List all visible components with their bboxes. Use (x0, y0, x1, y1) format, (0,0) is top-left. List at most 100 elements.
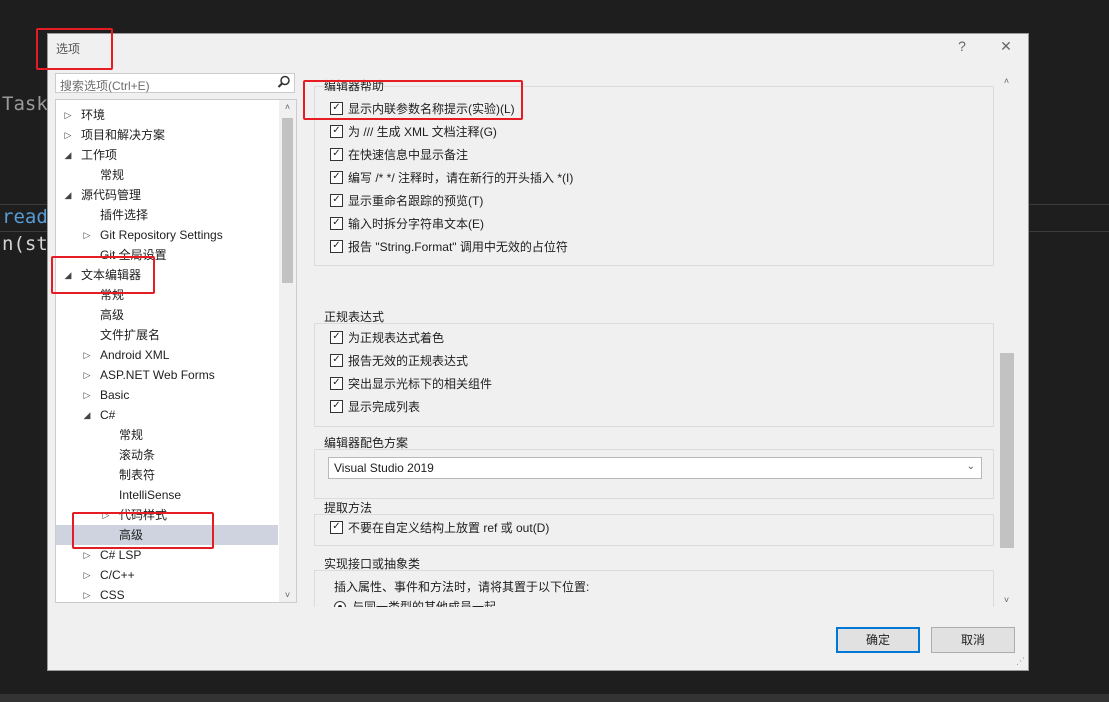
expand-arrow-icon[interactable]: ▷ (82, 585, 92, 602)
tree-item[interactable]: ▷ CSS (56, 585, 278, 602)
expand-arrow-icon[interactable]: ▷ (82, 545, 92, 565)
tree-item[interactable]: ◢ C# (56, 405, 278, 425)
tree-item[interactable]: ▷ ASP.NET Web Forms (56, 365, 278, 385)
expand-arrow-icon[interactable]: ▷ (82, 345, 92, 365)
cancel-button[interactable]: 取消 (931, 627, 1015, 653)
help-button[interactable]: ? (952, 38, 972, 54)
tree-scrollbar[interactable]: ˄ ˅ (279, 100, 296, 602)
collapse-arrow-icon[interactable]: ◢ (63, 145, 73, 165)
tree-item[interactable]: ▷ Git Repository Settings (56, 225, 278, 245)
collapse-arrow-icon[interactable]: ◢ (63, 185, 73, 205)
search-icon[interactable] (277, 75, 291, 92)
settings-panel: 编辑器帮助 ✓ 显示内联参数名称提示(实验)(L) ✓ 为 /// 生成 XML 文档… (304, 73, 1018, 607)
dialog-titlebar: 选项 ? ✕ (48, 34, 1028, 62)
tree-item-label: 文本编辑器 (81, 268, 142, 282)
collapse-arrow-icon[interactable]: ◢ (63, 265, 73, 285)
expand-arrow-icon[interactable]: ▷ (82, 565, 92, 585)
checkbox-icon[interactable]: ✓ (330, 354, 343, 367)
expand-arrow-icon[interactable]: ▷ (82, 365, 92, 385)
checkbox-label: 输入时拆分字符串文本(E) (348, 217, 484, 231)
tree-item-label: CSS (100, 588, 125, 602)
checkbox-label: 报告无效的正规表达式 (348, 354, 469, 368)
checkbox-icon[interactable]: ✓ (330, 171, 343, 184)
tree-item[interactable]: ▷ Basic (56, 385, 278, 405)
tree-item[interactable]: ▷ C# LSP (56, 545, 278, 565)
tree-scroll-thumb[interactable] (282, 118, 293, 283)
close-button[interactable]: ✕ (996, 38, 1016, 55)
checkbox-icon[interactable]: ✓ (330, 331, 343, 344)
search-input[interactable]: 搜索选项(Ctrl+E) (55, 73, 295, 93)
tree-item-label: Git 全局设置 (100, 248, 167, 262)
expand-arrow-icon[interactable]: ▷ (82, 225, 92, 245)
tree-item[interactable]: 制表符 (56, 465, 278, 485)
tree-item[interactable]: 常规 (56, 165, 278, 185)
implement-prompt: 插入属性、事件和方法时，请将其置于以下位置: (334, 580, 590, 594)
checkbox-icon[interactable]: ✓ (330, 194, 343, 207)
scroll-down-icon[interactable]: ˅ (998, 595, 1015, 605)
checkbox-label: 显示内联参数名称提示(实验)(L) (348, 102, 515, 116)
code-text: n(st (2, 233, 48, 255)
tree-item-label: 常规 (100, 168, 125, 182)
tree-item[interactable]: IntelliSense (56, 485, 278, 505)
chevron-down-icon: ⌄ (966, 461, 975, 472)
tree-item[interactable]: ◢ 文本编辑器 (56, 265, 278, 285)
checkbox-label: 为 /// 生成 XML 文档注释(G) (348, 125, 497, 139)
expand-arrow-icon[interactable]: ▷ (63, 125, 73, 145)
scroll-up-icon[interactable]: ˄ (279, 102, 296, 112)
tree-item-label: ASP.NET Web Forms (100, 368, 215, 382)
tree-item-label: 高级 (100, 308, 125, 322)
color-scheme-value: Visual Studio 2019 (334, 461, 434, 475)
tree-item-label: Basic (100, 388, 130, 402)
scroll-up-icon[interactable]: ˄ (998, 76, 1015, 86)
tree-item-label: 高级 (119, 528, 144, 542)
checkbox-icon[interactable]: ✓ (330, 217, 343, 230)
checkbox-icon[interactable]: ✓ (330, 125, 343, 138)
tree-item-label: 制表符 (119, 468, 156, 482)
expand-arrow-icon[interactable]: ▷ (63, 105, 73, 125)
checkbox-icon[interactable]: ✓ (330, 521, 343, 534)
tree-item-label: C/C++ (100, 568, 135, 582)
panel-scroll-thumb[interactable] (1000, 353, 1014, 548)
tree-item[interactable]: ◢ 源代码管理 (56, 185, 278, 205)
checkbox-icon[interactable]: ✓ (330, 240, 343, 253)
tree-item[interactable]: ▷ C/C++ (56, 565, 278, 585)
checkbox-label: 显示完成列表 (348, 400, 421, 414)
tree-item[interactable]: 滚动条 (56, 445, 278, 465)
tree-item-label: 常规 (119, 428, 144, 442)
tree-item[interactable]: 常规 (56, 285, 278, 305)
ok-button[interactable]: 确定 (836, 627, 920, 653)
expand-arrow-icon[interactable]: ▷ (101, 505, 111, 525)
tree-item-label: C# LSP (100, 548, 142, 562)
tree-item[interactable]: ▷ 环境 (56, 105, 278, 125)
tree-item[interactable]: Git 全局设置 (56, 245, 278, 265)
checkbox-icon[interactable]: ✓ (330, 102, 343, 115)
tree-item[interactable]: 插件选择 (56, 205, 278, 225)
tree-item-label: 滚动条 (119, 448, 156, 462)
tree-item[interactable]: 文件扩展名 (56, 325, 278, 345)
tree-item-label: 环境 (81, 108, 106, 122)
panel-scrollbar[interactable]: ˄ ˅ (998, 73, 1015, 607)
tree-item[interactable]: ▷ 项目和解决方案 (56, 125, 278, 145)
resize-grip-icon[interactable]: ⋰ (1016, 656, 1025, 667)
tree-item[interactable]: ▷ Android XML (56, 345, 278, 365)
radio-icon[interactable] (334, 601, 346, 607)
tree-item[interactable]: 高级 (56, 305, 278, 325)
tree-item[interactable]: 常规 (56, 425, 278, 445)
tree-item-label: 文件扩展名 (100, 328, 161, 342)
checkbox-icon[interactable]: ✓ (330, 148, 343, 161)
section-title: 编辑器帮助 (324, 77, 385, 94)
color-scheme-select[interactable]: Visual Studio 2019 ⌄ (328, 457, 982, 479)
checkbox-icon[interactable]: ✓ (330, 400, 343, 413)
scroll-down-icon[interactable]: ˅ (279, 590, 296, 600)
expand-arrow-icon[interactable]: ▷ (82, 385, 92, 405)
tree-item-label: 常规 (100, 288, 125, 302)
tree-item-label: Android XML (100, 348, 170, 362)
checkbox-label: 不要在自定义结构上放置 ref 或 out(D) (348, 521, 550, 535)
tree-item[interactable]: ▷ 代码样式 (56, 505, 278, 525)
tree-item[interactable]: 高级 (56, 525, 278, 545)
tree-item[interactable]: ◢ 工作项 (56, 145, 278, 165)
checkbox-label: 编写 /* */ 注释时，请在新行的开头插入 *(I) (348, 171, 574, 185)
tree-item-label: 源代码管理 (81, 188, 142, 202)
checkbox-icon[interactable]: ✓ (330, 377, 343, 390)
collapse-arrow-icon[interactable]: ◢ (82, 405, 92, 425)
